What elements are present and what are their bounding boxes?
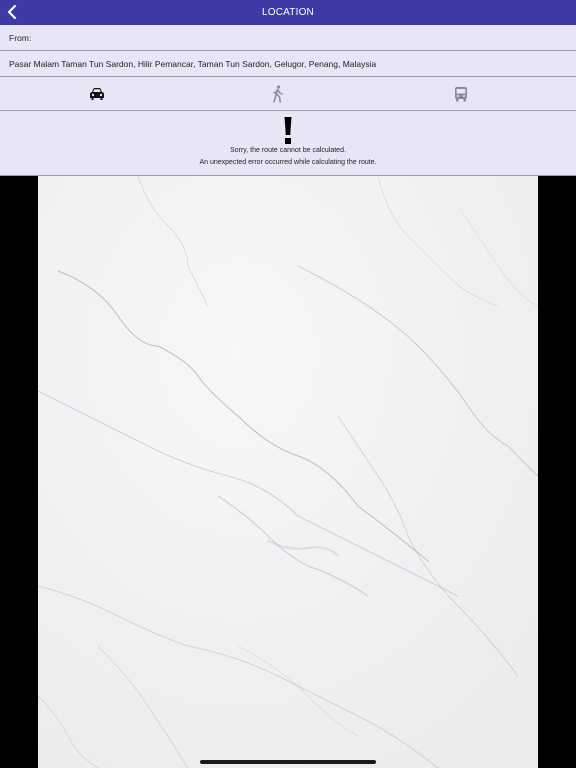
nav-bar: LOCATION [0,0,576,25]
mode-bus-button[interactable] [451,84,471,104]
mode-walk-button[interactable] [268,84,288,104]
transport-mode-bar [0,77,576,111]
back-button[interactable] [3,3,21,21]
error-message: An unexpected error occurred while calcu… [199,159,377,166]
chevron-left-icon [8,5,16,19]
walking-icon [273,85,283,103]
bus-icon [455,87,467,102]
route-error-panel: Sorry, the route cannot be calculated. A… [0,111,576,176]
map-view[interactable] [38,176,538,768]
mode-car-button[interactable] [87,84,107,104]
car-icon [90,88,104,100]
error-title: Sorry, the route cannot be calculated. [230,147,346,154]
destination-address: Pasar Malam Taman Tun Sardon, Hilir Pema… [9,58,377,69]
exclamation-icon [284,117,292,144]
home-indicator[interactable] [200,760,376,764]
marble-texture [38,176,538,768]
destination-field[interactable]: Pasar Malam Taman Tun Sardon, Hilir Pema… [0,51,576,77]
from-field[interactable]: From: [0,25,576,51]
page-title: LOCATION [262,7,314,18]
from-label: From: [9,32,32,43]
